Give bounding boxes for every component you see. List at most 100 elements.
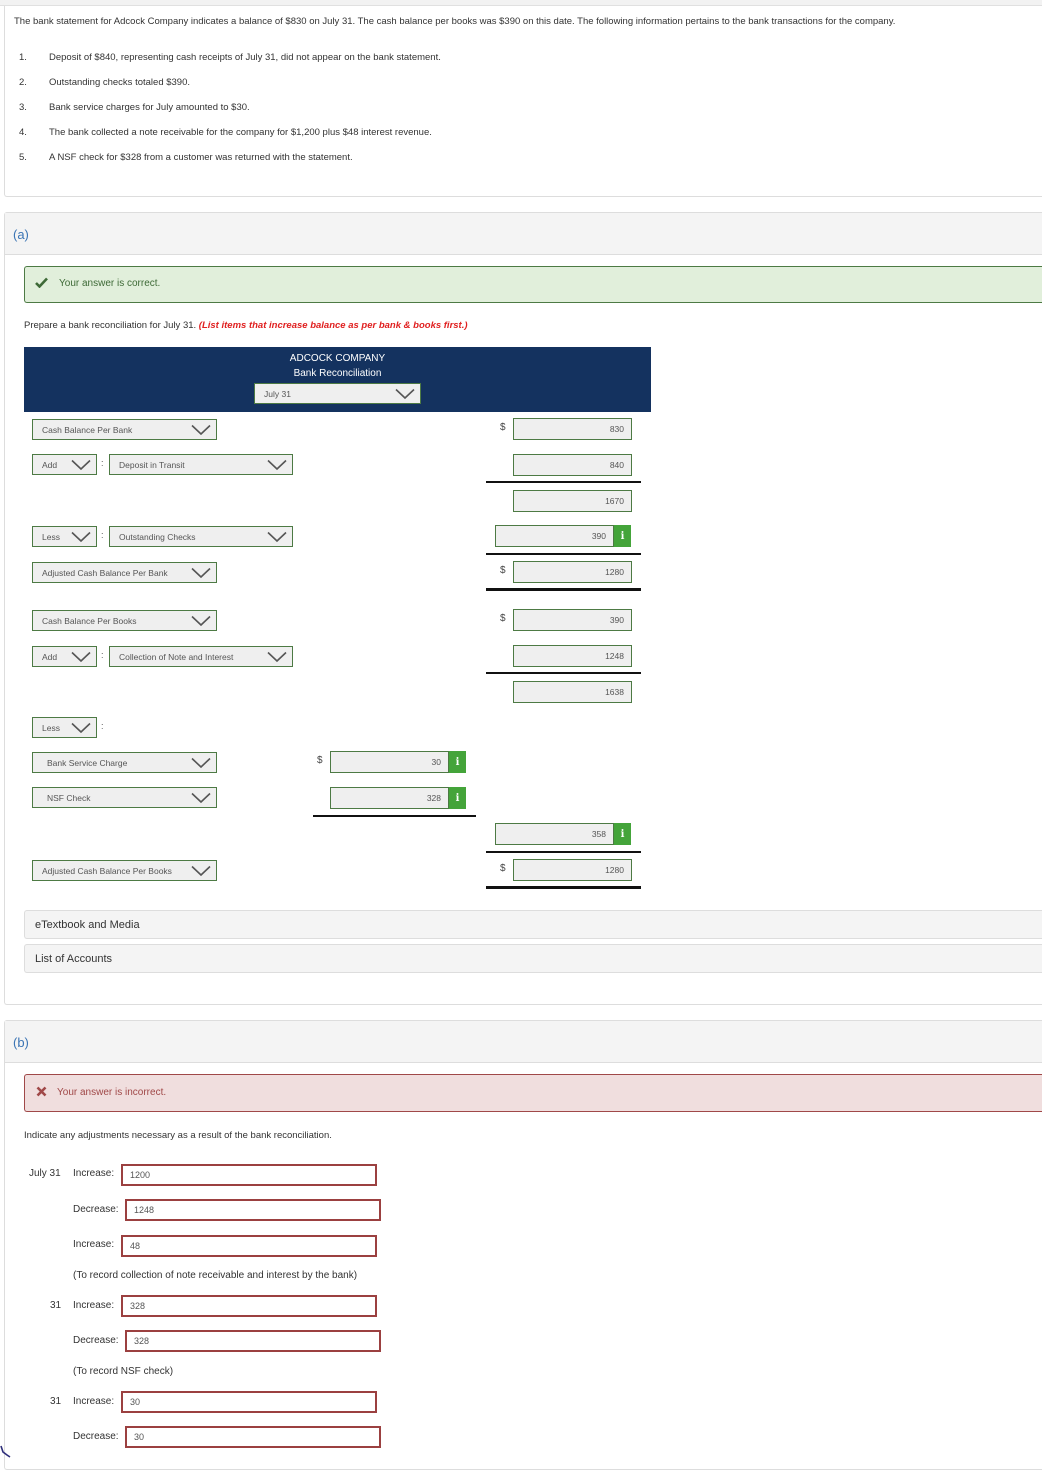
date-select[interactable]: July 31 [254,383,421,404]
etextbook-link[interactable]: eTextbook and Media [24,910,1042,939]
part-b-instruction: Indicate any adjustments necessary as a … [24,1130,332,1141]
journal-input[interactable]: 30 [125,1426,381,1448]
entry-label: Increase: [73,1300,115,1311]
dollar-sign: $ [500,565,506,576]
double-underline [486,886,641,889]
nsf-check-amount[interactable]: 328 [330,787,449,809]
cash-per-bank-select[interactable]: Cash Balance Per Bank [32,419,217,440]
select-value: Adjusted Cash Balance Per Bank [42,567,168,578]
info-icon[interactable]: i [449,751,466,773]
entry-date: 31 [50,1300,62,1311]
adjusted-bank-amount[interactable]: 1280 [513,561,632,583]
entry-label: Decrease: [73,1204,119,1215]
select-value: Cash Balance Per Bank [42,424,133,435]
colon-separator: : [101,650,104,660]
info-icon[interactable]: i [614,525,631,547]
entry-label: Decrease: [73,1335,119,1346]
books-deductions-total[interactable]: 358 [495,823,614,845]
dollar-sign: $ [317,755,323,766]
info-icon[interactable]: i [449,787,466,809]
books-less-op-select[interactable]: Less [32,717,97,738]
nsf-check-select[interactable]: NSF Check [32,787,217,808]
journal-input[interactable]: 1248 [125,1199,381,1221]
select-value: Less [42,722,60,733]
collection-of-note-amount[interactable]: 1248 [513,645,632,667]
underline [486,672,641,674]
double-underline [486,588,641,591]
entry-note: (To record NSF check) [73,1366,174,1377]
chevron-down-icon [191,567,211,578]
date-select-value: July 31 [264,388,291,399]
company-name: ADCOCK COMPANY [289,353,386,364]
chevron-down-icon [71,459,91,470]
journal-input[interactable]: 1200 [121,1164,377,1186]
journal-input[interactable]: 328 [121,1295,377,1317]
select-value: Cash Balance Per Books [42,615,137,626]
books-add-item-select[interactable]: Collection of Note and Interest [109,646,293,667]
chevron-down-icon [395,388,415,399]
adjusted-bank-select[interactable]: Adjusted Cash Balance Per Bank [32,562,217,583]
part-a-header [5,213,1042,255]
select-value: Outstanding Checks [119,531,196,542]
list-item: Outstanding checks totaled $390. [49,77,191,88]
select-value: Collection of Note and Interest [119,651,234,662]
bank-less-item-select[interactable]: Outstanding Checks [109,526,293,547]
chevron-down-icon [71,651,91,662]
incorrect-feedback-text: Your answer is incorrect. [57,1087,167,1098]
pen-cursor-icon [0,1445,11,1458]
problem-intro: The bank statement for Adcock Company in… [14,16,896,27]
cash-per-books-select[interactable]: Cash Balance Per Books [32,610,217,631]
x-mark-icon [36,1086,47,1097]
select-value: Deposit in Transit [119,459,185,470]
bank-add-item-select[interactable]: Deposit in Transit [109,454,293,475]
entry-label: Increase: [73,1168,115,1179]
checkmark-icon [35,277,48,288]
cash-per-books-amount[interactable]: 390 [513,609,632,631]
part-a-label: (a) [13,227,29,242]
bank-subtotal-amount[interactable]: 1670 [513,490,632,512]
chevron-down-icon [191,757,211,768]
entry-date: 31 [50,1396,62,1407]
select-value: Add [42,459,58,470]
outstanding-checks-amount[interactable]: 390 [495,525,614,547]
list-of-accounts-link[interactable]: List of Accounts [24,944,1042,973]
books-add-op-select[interactable]: Add [32,646,97,667]
select-value: Bank Service Charge [47,757,128,768]
chevron-down-icon [267,459,287,470]
info-icon[interactable]: i [614,823,631,845]
list-number: 3. [19,102,27,113]
reconciliation-header: ADCOCK COMPANY Bank Reconciliation July … [24,347,651,412]
chevron-down-icon [191,792,211,803]
colon-separator: : [101,458,104,468]
select-value: Less [42,531,60,542]
statement-title: Bank Reconciliation [293,368,382,379]
books-subtotal-amount[interactable]: 1638 [513,681,632,703]
list-item: A NSF check for $328 from a customer was… [49,152,353,163]
adjusted-books-amount[interactable]: 1280 [513,859,632,881]
list-item: Bank service charges for July amounted t… [49,102,250,113]
instruction-emphasis: (List items that increase balance as per… [198,320,468,331]
bank-less-op-select[interactable]: Less [32,526,97,547]
bank-add-op-select[interactable]: Add [32,454,97,475]
select-value: Add [42,651,58,662]
deposit-in-transit-amount[interactable]: 840 [513,454,632,476]
journal-input[interactable]: 48 [121,1235,377,1257]
chevron-down-icon [267,651,287,662]
chevron-down-icon [191,615,211,626]
list-item: Deposit of $840, representing cash recei… [49,52,441,63]
list-number: 4. [19,127,27,138]
adjusted-books-select[interactable]: Adjusted Cash Balance Per Books [32,860,217,881]
bank-service-charge-select[interactable]: Bank Service Charge [32,752,217,773]
colon-separator: : [101,530,104,540]
chevron-down-icon [267,531,287,542]
journal-input[interactable]: 328 [125,1330,381,1352]
entry-label: Increase: [73,1239,115,1250]
colon-separator: : [101,721,104,731]
entry-date: July 31 [29,1168,61,1179]
bank-service-charge-amount[interactable]: 30 [330,751,449,773]
journal-input[interactable]: 30 [121,1391,377,1413]
part-b-header [5,1021,1042,1063]
cash-per-bank-amount[interactable]: 830 [513,418,632,440]
underline [486,851,641,853]
list-number: 1. [19,52,27,63]
